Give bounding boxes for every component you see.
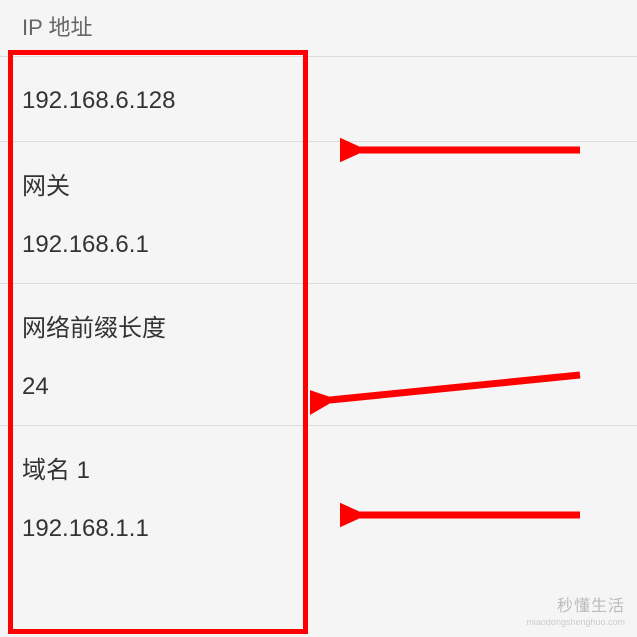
- annotation-arrow-icon: [310, 360, 590, 420]
- annotation-arrow-icon: [340, 495, 590, 535]
- gateway-value[interactable]: 192.168.6.1: [0, 201, 637, 283]
- section-header-ip: IP 地址: [0, 0, 637, 56]
- dns1-label: 域名 1: [0, 426, 637, 485]
- prefix-length-label: 网络前缀长度: [0, 284, 637, 343]
- watermark-sub: miaodongshenghuo.com: [526, 617, 625, 627]
- watermark: 秒懂生活 miaodongshenghuo.com: [526, 592, 625, 627]
- watermark-main: 秒懂生活: [526, 592, 625, 616]
- annotation-arrow-icon: [340, 130, 590, 170]
- ip-address-value[interactable]: 192.168.6.128: [0, 56, 637, 141]
